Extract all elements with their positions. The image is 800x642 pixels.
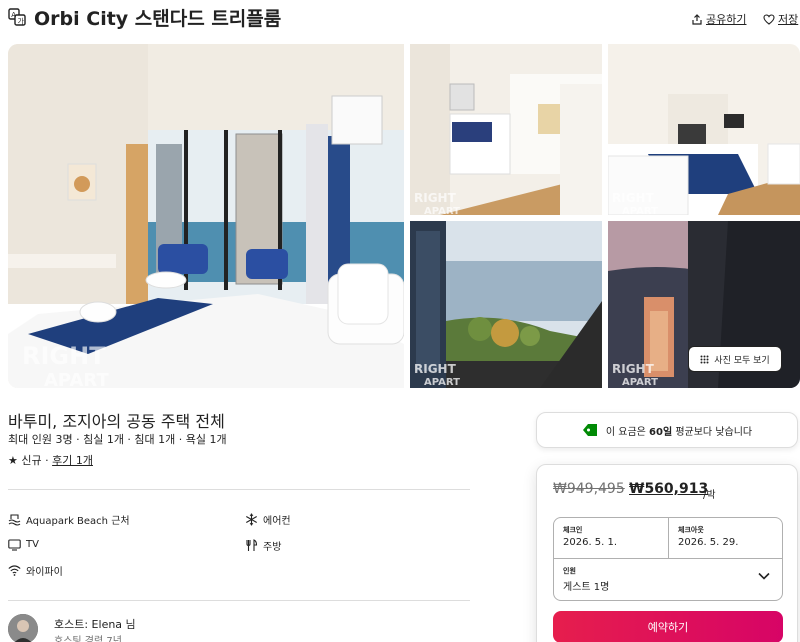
listing-details: 최대 인원 3명 · 침실 1개 · 침대 1개 · 욕실 1개 [8,433,227,446]
watermark-text: APART [424,377,460,388]
beach-icon [8,514,21,526]
save-button[interactable]: 저장 [763,11,798,27]
amenity-label: 와이파이 [26,567,63,578]
rating-prefix: ★ 신규 · [8,454,53,467]
chevron-down-icon[interactable] [758,572,770,580]
share-button[interactable]: 공유하기 [692,11,746,27]
watermark-text: APART [424,206,460,215]
checkin-label: 체크인 [563,526,583,534]
amenity-tv: TV [8,538,39,551]
host-years: 호스팅 경력 7년 [54,636,122,642]
checkout-field[interactable]: 체크아웃 2026. 5. 29. [669,518,783,558]
divider [8,600,470,601]
guests-label: 인원 [563,567,576,575]
booking-card: ₩949,495 ₩560,913 /박 체크인 2026. 5. 1. 체크아… [536,464,798,642]
photo-gallery: RIGHT APART RIGHT APART RIGHT APART RIGH… [8,44,800,388]
checkin-value: 2026. 5. 1. [563,537,618,548]
page-header: A 가 Orbi City 스탠다드 트리플룸 공유하기 저장 [0,0,800,38]
photo-kitchen[interactable]: RIGHT APART [410,44,602,215]
heart-icon [763,13,775,25]
amenity-kitchen: 주방 [245,538,281,553]
amenity-label: 에어컨 [263,516,291,527]
listing-rating: ★ 신규 · 후기 1개 [8,452,93,468]
svg-text:A: A [11,11,16,19]
watermark-text: RIGHT [414,362,457,376]
divider [8,489,470,490]
snowflake-icon [246,513,257,526]
amenity-label: Aquapark Beach 근처 [26,516,130,527]
watermark-text: APART [622,206,658,215]
tag-icon [582,424,597,436]
tv-icon [8,539,21,551]
show-all-photos-button[interactable]: 사진 모두 보기 [688,346,782,372]
reviews-link[interactable]: 후기 1개 [52,454,93,467]
watermark-text: RIGHT [414,191,457,205]
watermark-text: RIGHT [612,191,655,205]
photo-room-overview[interactable]: RIGHT APART [608,44,800,215]
avatar[interactable] [8,614,38,642]
wifi-icon [8,565,21,576]
guests-value: 게스트 1명 [563,582,610,593]
watermark-text: APART [622,377,658,388]
watermark-text: RIGHT [612,362,655,376]
share-icon [692,13,702,25]
watermark-text: RIGHT [22,342,106,370]
translate-icon[interactable]: A 가 [8,8,26,26]
low-price-banner: 이 요금은 60일 평균보다 낮습니다 [536,412,798,448]
host-name: 호스트: Elena 님 [54,618,136,631]
watermark-text: APART [44,370,109,388]
checkout-label: 체크아웃 [678,526,704,534]
show-all-photos-label: 사진 모두 보기 [714,355,770,366]
save-label: 저장 [778,13,799,26]
page-title: Orbi City 스탠다드 트리플룸 [34,8,282,30]
listing-title: 바투미, 조지아의 공동 주택 전체 [8,412,225,431]
share-label: 공유하기 [706,13,747,26]
amenity-label: TV [26,539,39,550]
amenity-beach: Aquapark Beach 근처 [8,512,130,527]
price-unit: /박 [703,490,716,501]
kitchen-icon [246,539,258,551]
photo-sea-view[interactable]: RIGHT APART [410,221,602,388]
amenity-wifi: 와이파이 [8,563,63,578]
discounted-price[interactable]: ₩560,913 [629,481,708,497]
grid-icon [700,355,709,363]
amenity-label: 주방 [263,542,282,553]
svg-text:가: 가 [18,17,25,26]
checkout-value: 2026. 5. 29. [678,537,739,548]
amenity-aircon: 에어컨 [245,512,291,527]
date-guest-picker: 체크인 2026. 5. 1. 체크아웃 2026. 5. 29. 인원 게스트… [553,517,783,601]
guests-field[interactable]: 인원 게스트 1명 [554,559,782,601]
banner-text: 이 요금은 60일 평균보다 낮습니다 [605,426,753,438]
original-price: ₩949,495 [553,481,625,497]
photo-main-bedroom[interactable]: RIGHT APART [8,44,404,388]
checkin-field[interactable]: 체크인 2026. 5. 1. [554,518,668,558]
reserve-button[interactable]: 예약하기 [553,611,783,642]
